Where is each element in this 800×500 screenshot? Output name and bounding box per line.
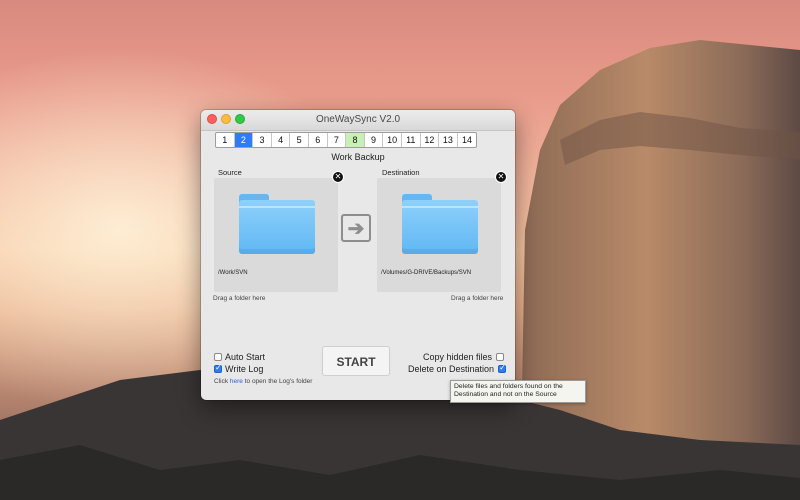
tooltip: Delete files and folders found on the De…: [450, 380, 586, 403]
auto-start-checkbox[interactable]: Auto Start: [214, 352, 265, 362]
window-title: OneWaySync V2.0: [315, 114, 401, 125]
close-circle-icon: ✕: [334, 172, 342, 181]
app-window: OneWaySync V2.0 1 2 3 4 5 6 7 8 9 10 11 12 13 14 Work…: [201, 110, 515, 400]
write-log-box[interactable]: [214, 363, 222, 373]
tab-1[interactable]: 1: [216, 133, 235, 147]
arrow-right-icon: ➔: [341, 214, 371, 242]
tab-9[interactable]: 9: [365, 133, 384, 147]
source-drop-zone[interactable]: /Work/SVN: [214, 178, 338, 292]
destination-hint: Drag a folder here: [451, 295, 504, 302]
start-button[interactable]: START: [322, 346, 390, 376]
destination-path: /Volumes/G-DRIVE/Backups/SVN: [381, 270, 472, 276]
write-log-label: Write Log: [225, 364, 264, 374]
tab-6[interactable]: 6: [309, 133, 328, 147]
tab-14[interactable]: 14: [458, 133, 477, 147]
source-remove-button[interactable]: ✕: [332, 171, 344, 183]
destination-remove-button[interactable]: ✕: [495, 171, 507, 183]
auto-start-box[interactable]: [214, 353, 222, 361]
copy-hidden-files-checkbox[interactable]: Copy hidden files: [423, 352, 505, 362]
copy-hidden-label: Copy hidden files: [423, 352, 493, 362]
auto-start-label: Auto Start: [225, 352, 266, 362]
source-label: Source: [218, 168, 242, 177]
delete-dest-label: Delete on Destination: [408, 364, 495, 374]
tab-12[interactable]: 12: [421, 133, 440, 147]
open-log-folder-link[interactable]: here: [230, 378, 243, 385]
tab-2[interactable]: 2: [234, 133, 254, 147]
tab-7[interactable]: 7: [328, 133, 347, 147]
tab-13[interactable]: 13: [439, 133, 458, 147]
profile-name: Work Backup: [331, 152, 385, 162]
destination-label: Destination: [382, 168, 420, 177]
destination-drop-zone[interactable]: /Volumes/G-DRIVE/Backups/SVN: [377, 178, 501, 292]
write-log-checkbox[interactable]: Write Log: [214, 363, 264, 374]
tab-5[interactable]: 5: [290, 133, 309, 147]
tab-10[interactable]: 10: [383, 133, 402, 147]
copy-hidden-box[interactable]: [496, 353, 505, 361]
source-hint: Drag a folder here: [213, 295, 266, 302]
delete-on-destination-checkbox[interactable]: Delete on Destination: [408, 363, 507, 374]
tab-4[interactable]: 4: [272, 133, 291, 147]
tab-8[interactable]: 8: [346, 133, 365, 147]
tab-11[interactable]: 11: [402, 133, 421, 147]
folder-icon: [402, 194, 478, 254]
tab-3[interactable]: 3: [253, 133, 272, 147]
title-bar[interactable]: OneWaySync V2.0: [201, 110, 515, 131]
profile-tab-bar: 1 2 3 4 5 6 7 8 9 10 11 12 13 14: [215, 132, 478, 148]
source-path: /Work/SVN: [218, 270, 248, 276]
log-hint-prefix: Click: [214, 378, 230, 385]
log-hint-suffix: to open the Log's folder: [242, 378, 313, 385]
log-hint: Click here to open the Log's folder: [214, 378, 312, 385]
folder-icon: [239, 194, 315, 254]
delete-dest-box[interactable]: [498, 363, 507, 373]
close-circle-icon: ✕: [497, 172, 505, 181]
